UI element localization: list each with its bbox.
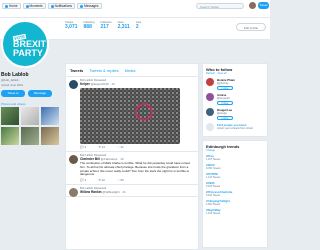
follow-suggestion: Bonnie Pham @pbonnie Follow — [206, 78, 264, 90]
tweet-avatar[interactable] — [69, 80, 78, 89]
tweet-media[interactable] — [80, 88, 180, 144]
crowd-photo — [80, 88, 180, 144]
trend-item[interactable]: #SIGD 10.5K Tweets — [206, 163, 264, 170]
bell-icon — [50, 4, 54, 8]
tweet[interactable]: Bob Lablob Retweeted Kelper @kelper2019 … — [66, 77, 198, 152]
follow-button[interactable]: Follow — [217, 86, 233, 90]
profile-handle: @bob_lablob — [1, 78, 19, 82]
tweet-header: Kelper @kelper2019 · 1h — [80, 82, 194, 86]
photo-thumb[interactable] — [1, 127, 19, 145]
logo-party-text: PARTY — [13, 48, 43, 58]
photo-thumb[interactable] — [1, 107, 19, 125]
tweet-avatar[interactable] — [69, 188, 78, 198]
tab-media[interactable]: Media — [125, 68, 136, 73]
photo-thumb[interactable] — [21, 107, 39, 125]
search-input[interactable]: Search Twitter — [196, 3, 244, 9]
photo-thumb[interactable] — [41, 107, 59, 125]
moments-icon — [25, 4, 29, 8]
edit-profile-button[interactable]: Edit profile — [236, 23, 266, 31]
follow-suggestion: Annise @annise23 Follow — [206, 93, 264, 105]
account-avatar[interactable] — [249, 2, 256, 9]
tweet-header: Willow Rankin @Willowlight · 1h — [80, 190, 194, 194]
tab-tweets[interactable]: Tweets — [70, 68, 83, 73]
stat-lists[interactable]: Lists 2 — [136, 21, 141, 30]
find-people-sub: Import your contacts from Gmail — [217, 127, 253, 130]
nav-tabs: Home Moments Notifications Messages — [2, 3, 102, 9]
reply-icon[interactable]: 💬 4 — [80, 178, 86, 182]
photo-grid — [1, 107, 59, 145]
tab-tweets-replies[interactable]: Tweets & replies — [89, 68, 118, 73]
profile-stats: Tweets 3,071 Following 888 Followers 217 Li… — [65, 21, 141, 30]
tweet-to-button[interactable]: Tweet to — [1, 90, 25, 97]
stat-following[interactable]: Following 888 — [84, 21, 95, 30]
trend-item[interactable]: #ClingingToRight 2,002 Tweets — [206, 199, 264, 206]
user-handle: @annise23 — [217, 97, 230, 100]
envelope-icon — [80, 4, 83, 8]
like-icon[interactable]: ♡ 31 — [117, 145, 124, 149]
nav-tab-messages[interactable]: Messages — [77, 3, 102, 9]
tweet-actions: 💬 4 ⟲ 22 ♡ 56 — [80, 178, 194, 182]
trend-item[interactable]: #DEPL 5,104 Tweets — [206, 181, 264, 188]
refresh-view-all-link[interactable]: Refresh · View all — [206, 72, 264, 75]
tweet-avatar[interactable] — [69, 155, 78, 164]
people-icon — [206, 123, 214, 131]
tweet[interactable]: Bob Lablob Retweeted Willow Rankin @Will… — [66, 185, 198, 198]
trends-panel: Edinburgh trends Change #Pray 1,187 Tweet… — [202, 140, 268, 248]
user-avatar[interactable] — [206, 78, 214, 86]
follow-button[interactable]: Follow — [217, 101, 233, 105]
nav-tab-notifications[interactable]: Notifications — [47, 3, 75, 9]
profile-joined: Joined June 2019 — [1, 83, 24, 87]
tweet-handle: @kelper2019 · 1h — [90, 82, 115, 86]
like-icon[interactable]: ♡ 56 — [117, 178, 124, 182]
change-trends-link[interactable]: Change — [206, 149, 264, 152]
tweet-handle: @Willowlight · 1h — [102, 190, 126, 195]
trend-item[interactable]: #Pray 1,187 Tweets — [206, 154, 264, 161]
photos-videos-link[interactable]: Photos and videos — [1, 102, 26, 106]
tweet-text: The confession of Mark Clarke is terribl… — [80, 161, 190, 177]
right-sidebar: Who to follow Refresh · View all Bonnie … — [202, 63, 268, 250]
user-avatar[interactable] — [206, 93, 214, 101]
tweet-author[interactable]: Willow Rankin — [80, 190, 102, 194]
top-nav-bar: Home Moments Notifications Messages Sear… — [0, 0, 270, 18]
tweet-author[interactable]: Kelper — [80, 82, 90, 86]
retweet-icon[interactable]: ⟲ 22 — [98, 178, 105, 182]
stat-followers[interactable]: Followers 217 — [100, 21, 111, 30]
message-button[interactable]: Message — [28, 90, 52, 97]
nav-tab-home[interactable]: Home — [2, 3, 21, 9]
home-icon — [5, 4, 8, 8]
follow-suggestion: Dougal Lee @dougle Follow — [206, 108, 264, 120]
photo-thumb[interactable] — [21, 127, 39, 145]
trend-item[interactable]: #SightWay 1,213 Tweets — [206, 208, 264, 215]
feed-tabs: Tweets Tweets & replies Media — [66, 64, 198, 77]
stat-tweets[interactable]: Tweets 3,071 — [65, 21, 78, 30]
stat-likes[interactable]: Likes 2,311 — [118, 21, 130, 30]
reply-icon[interactable]: 💬 2 — [80, 145, 86, 149]
find-people-row[interactable]: Find people you know Import your contact… — [206, 123, 264, 131]
nav-tab-moments[interactable]: Moments — [22, 3, 46, 9]
tweet-button[interactable]: Tweet — [258, 2, 269, 9]
user-handle: @pbonnie — [217, 82, 229, 85]
tweet-actions: 💬 2 ⟲ 14 ♡ 31 — [80, 145, 194, 149]
follow-button[interactable]: Follow — [217, 116, 233, 120]
user-avatar[interactable] — [206, 108, 214, 116]
trend-item[interactable]: #PrincessCharlotte 3,014 Tweets — [206, 190, 264, 197]
user-handle: @dougle — [217, 112, 228, 115]
tweet-feed: Tweets Tweets & replies Media Bob Lablob… — [65, 63, 199, 250]
retweet-icon[interactable]: ⟲ 14 — [98, 145, 105, 149]
photo-thumb[interactable] — [41, 127, 59, 145]
who-to-follow-panel: Who to follow Refresh · View all Bonnie … — [202, 63, 268, 137]
tweet[interactable]: Bob Lablob Retweeted Clarinder Bill @Cla… — [66, 152, 198, 186]
profile-avatar[interactable]: VOTE BREXIT PARTY — [1, 20, 49, 68]
trend-item[interactable]: #FOTMG 1,144 Tweets — [206, 172, 264, 179]
